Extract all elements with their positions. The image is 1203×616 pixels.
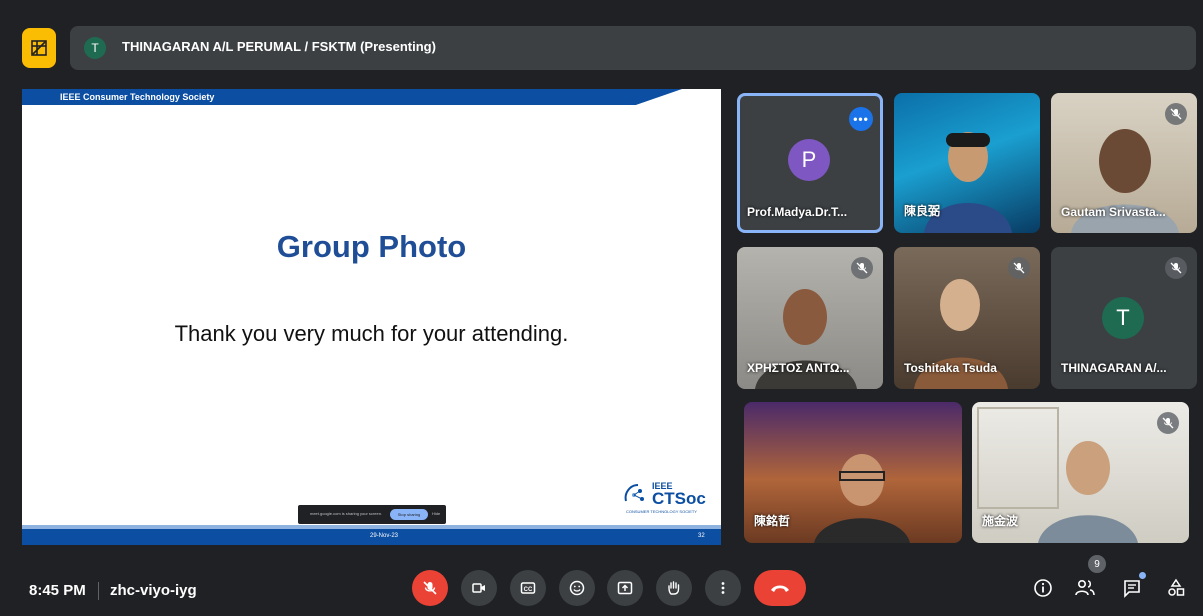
stop-sharing-button[interactable]: Stop sharing — [390, 509, 428, 520]
more-options-button[interactable] — [705, 570, 741, 606]
presenter-chip[interactable]: T THINAGARAN A/L PERUMAL / FSKTM (Presen… — [70, 26, 1196, 70]
share-notice-text: meet.google.com is sharing your screen. — [310, 511, 383, 516]
logo-subtitle: CONSUMER TECHNOLOGY SOCIETY — [626, 509, 697, 514]
presenter-avatar: T — [84, 37, 106, 59]
activities-icon — [1168, 578, 1185, 596]
participant-name: ΧΡΗΣΤΟΣ ΑΝΤΩ... — [747, 361, 850, 375]
mic-off-icon — [1165, 257, 1187, 279]
mic-off-icon — [423, 581, 437, 595]
participant-tile[interactable]: T THINAGARAN A/... — [1051, 247, 1197, 389]
hang-up-icon — [771, 585, 789, 592]
emoji-icon — [569, 580, 585, 596]
divider — [98, 582, 99, 600]
meeting-details-button[interactable] — [1029, 574, 1057, 602]
participant-tile[interactable]: ••• P Prof.Madya.Dr.T... — [737, 93, 883, 233]
chat-icon — [1124, 580, 1140, 598]
mic-off-icon — [1008, 257, 1030, 279]
svg-text:CC: CC — [524, 587, 533, 593]
camera-toggle-button[interactable] — [461, 570, 497, 606]
participant-tile[interactable]: Gautam Srivasta... — [1051, 93, 1197, 233]
mic-toggle-button[interactable] — [412, 570, 448, 606]
participant-tile[interactable]: Toshitaka Tsuda — [894, 247, 1040, 389]
participant-name: 陳銘哲 — [754, 514, 791, 528]
screen-share-notice: meet.google.com is sharing your screen. … — [298, 505, 446, 524]
participant-name: THINAGARAN A/... — [1061, 361, 1167, 375]
participant-name: 施金波 — [982, 514, 1019, 528]
avatar: T — [1102, 297, 1144, 339]
participant-tile[interactable]: 陳良弼 — [894, 93, 1040, 233]
logo-ctsoc-text: CTSoc — [652, 489, 706, 508]
people-button[interactable] — [1071, 574, 1099, 602]
participant-name: 陳良弼 — [904, 204, 941, 218]
slide-page-number: 32 — [698, 533, 705, 539]
mic-off-icon — [1157, 412, 1179, 434]
participant-name: Gautam Srivasta... — [1061, 205, 1166, 219]
participant-tile[interactable]: 陳銘哲 — [744, 402, 962, 543]
presentation-slide: IEEE Consumer Technology Society Group P… — [22, 89, 721, 545]
leave-call-button[interactable] — [754, 570, 806, 606]
ctsoc-logo: IEEE CTSoc CONSUMER TECHNOLOGY SOCIETY — [618, 479, 710, 517]
present-icon — [617, 581, 633, 595]
captions-button[interactable]: CC — [510, 570, 546, 606]
hand-icon — [668, 581, 680, 595]
participant-tile[interactable]: ΧΡΗΣΤΟΣ ΑΝΤΩ... — [737, 247, 883, 389]
people-icon — [1075, 579, 1095, 596]
meeting-time: 8:45 PM — [29, 582, 86, 599]
present-screen-button[interactable] — [607, 570, 643, 606]
camera-icon — [472, 583, 485, 593]
presenter-name: THINAGARAN A/L PERUMAL / FSKTM (Presenti… — [122, 39, 436, 54]
slide-society-label: IEEE Consumer Technology Society — [60, 92, 215, 102]
more-vert-icon — [721, 582, 725, 594]
reactions-button[interactable] — [559, 570, 595, 606]
participant-name: Toshitaka Tsuda — [904, 361, 997, 375]
info-icon — [1034, 579, 1052, 597]
raise-hand-button[interactable] — [656, 570, 692, 606]
slide-title: Group Photo — [276, 229, 467, 264]
chat-notification-dot — [1139, 572, 1146, 579]
mic-off-icon — [851, 257, 873, 279]
avatar: P — [788, 139, 830, 181]
participant-name: Prof.Madya.Dr.T... — [747, 205, 848, 219]
slide-footer: 29-Nov-23 32 — [22, 529, 721, 545]
participant-tile[interactable]: 施金波 — [972, 402, 1189, 543]
hide-notice-button[interactable]: Hide — [432, 511, 440, 516]
meeting-code: zhc-viyo-iyg — [110, 582, 197, 599]
captions-icon: CC — [520, 582, 536, 594]
layout-icon — [31, 40, 47, 56]
activities-button[interactable] — [1162, 574, 1190, 602]
top-bar: T THINAGARAN A/L PERUMAL / FSKTM (Presen… — [22, 26, 1196, 71]
control-bar: 8:45 PM zhc-viyo-iyg CC — [0, 570, 1203, 616]
slide-body-text: Thank you very much for your attending. — [174, 321, 569, 346]
mic-off-icon — [1165, 103, 1187, 125]
ctsoc-logo-icon — [624, 484, 644, 502]
people-count-badge: 9 — [1088, 555, 1106, 573]
layout-toggle-button[interactable] — [22, 28, 56, 68]
slide-date: 29-Nov-23 — [370, 533, 399, 539]
more-options-icon[interactable]: ••• — [849, 107, 873, 131]
